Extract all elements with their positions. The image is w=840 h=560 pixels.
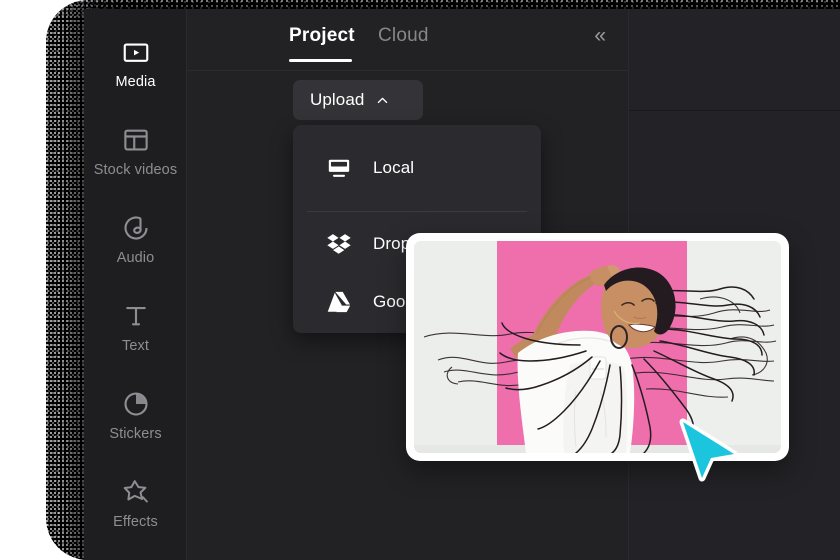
monitor-icon (328, 159, 350, 177)
upload-button[interactable]: Upload (293, 80, 423, 120)
panel-tabs: Project Cloud « (187, 9, 628, 71)
sidebar-item-audio[interactable]: Audio (84, 203, 187, 275)
tab-cloud[interactable]: Cloud (378, 25, 429, 47)
dropbox-icon (327, 234, 351, 254)
tab-project[interactable]: Project (289, 25, 355, 47)
sidebar-item-effects[interactable]: Effects (84, 467, 187, 539)
right-panel-divider (629, 110, 840, 111)
sidebar-item-stock-videos[interactable]: Stock videos (84, 115, 187, 187)
text-t-icon (125, 306, 146, 326)
media-play-rect-icon (123, 43, 148, 62)
photo-subject-dancer (423, 265, 777, 453)
sidebar-item-stickers[interactable]: Stickers (84, 379, 187, 451)
effects-star-icon (123, 479, 148, 503)
sidebar-item-label: Stickers (109, 425, 162, 442)
google-drive-icon (327, 291, 351, 313)
active-tab-indicator (289, 59, 352, 62)
layout-grid-icon (123, 129, 148, 151)
sidebar-item-text[interactable]: Text (84, 291, 187, 363)
sidebar-item-label: Effects (113, 513, 158, 530)
sticker-circle-icon (123, 392, 148, 416)
sidebar-item-label: Media (115, 73, 156, 90)
sidebar-item-label: Stock videos (93, 161, 178, 178)
sidebar-item-label: Audio (116, 249, 155, 266)
photo-preview (414, 241, 781, 453)
sidebar-item-media[interactable]: Media (84, 27, 187, 99)
menu-item-label: Local (373, 158, 415, 177)
menu-item-local[interactable]: Local (293, 139, 541, 197)
music-note-circle-icon (123, 216, 148, 240)
sidebar-item-label: Text (122, 337, 149, 354)
media-thumbnail-card[interactable] (406, 233, 789, 461)
menu-divider (307, 211, 527, 212)
upload-button-label: Upload (310, 90, 365, 109)
screenshot-root: Media Stock videos Audio Text Stickers E… (0, 0, 840, 560)
chevron-up-icon (378, 97, 388, 103)
left-icon-rail: Media Stock videos Audio Text Stickers E… (84, 9, 187, 560)
chevron-double-left-icon[interactable]: « (594, 25, 606, 46)
